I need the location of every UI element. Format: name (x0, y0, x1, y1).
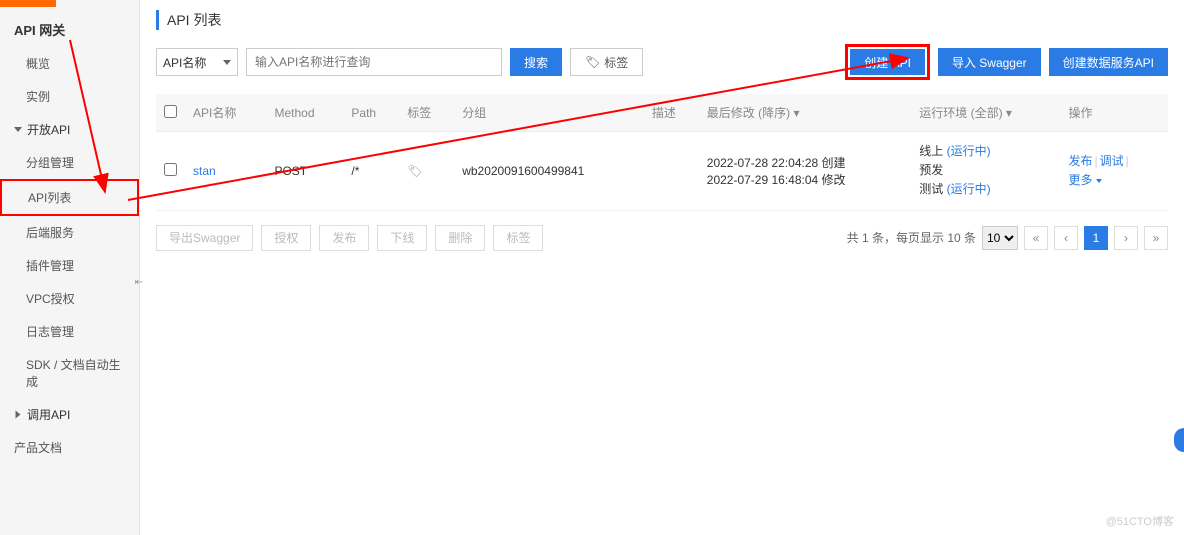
row-checkbox[interactable] (164, 163, 177, 176)
pagination-summary: 共 1 条，每页显示 10 条 (847, 229, 976, 246)
sidebar-item-docs[interactable]: 产品文档 (0, 431, 139, 464)
search-button[interactable]: 搜索 (510, 48, 562, 76)
cell-modified: 2022-07-28 22:04:28 创建 2022-07-29 16:48:… (699, 132, 911, 211)
col-runenv[interactable]: 运行环境 (全部) ▾ (911, 94, 1060, 132)
sidebar-item-api-list[interactable]: API列表 (0, 179, 139, 216)
sidebar-item-overview[interactable]: 概览 (0, 47, 139, 80)
chevron-down-icon (223, 60, 231, 65)
caret-down-icon (14, 127, 22, 132)
op-publish[interactable]: 发布 (1068, 154, 1092, 168)
pager-page-1[interactable]: 1 (1084, 226, 1108, 250)
sidebar-title: API 网关 (0, 8, 139, 47)
chevron-down-icon (1096, 179, 1102, 183)
create-data-api-button[interactable]: 创建数据服务API (1049, 48, 1168, 76)
sidebar-item-vpc[interactable]: VPC授权 (0, 282, 139, 315)
tag-icon[interactable]: 🏷 (407, 164, 422, 178)
col-modified[interactable]: 最后修改 (降序) ▾ (699, 94, 911, 132)
sidebar-item-log[interactable]: 日志管理 (0, 315, 139, 348)
pager-last[interactable]: » (1144, 226, 1168, 250)
cell-group: wb2020091600499841 (454, 132, 644, 211)
sidebar-group-label: 调用API (27, 406, 70, 423)
bulk-tag-button: 标签 (493, 225, 543, 251)
col-method: Method (266, 94, 343, 132)
create-api-highlight: 创建 API (845, 44, 930, 80)
bulk-auth-button: 授权 (261, 225, 311, 251)
api-table: API名称 Method Path 标签 分组 描述 最后修改 (降序) ▾ 运… (156, 94, 1168, 211)
pager-first[interactable]: « (1024, 226, 1048, 250)
col-tag: 标签 (399, 94, 454, 132)
search-input[interactable] (246, 48, 502, 76)
col-path: Path (343, 94, 399, 132)
op-debug[interactable]: 调试 (1100, 154, 1124, 168)
col-group: 分组 (454, 94, 644, 132)
cell-ops: 发布|调试| 更多 (1060, 132, 1168, 211)
bulk-delete-button: 删除 (435, 225, 485, 251)
select-value: API名称 (163, 54, 206, 71)
cell-method: POST (266, 132, 343, 211)
sidebar-group-callapi[interactable]: 调用API (0, 398, 139, 431)
cell-runenv: 线上 (运行中) 预发 测试 (运行中) (911, 132, 1060, 211)
tag-filter-button[interactable]: 🏷 标签 (570, 48, 643, 76)
filter-bar: API名称 搜索 🏷 标签 创建 API 导入 Swagger 创建数据服务AP… (156, 44, 1168, 80)
sidebar-item-instance[interactable]: 实例 (0, 80, 139, 113)
select-all-checkbox[interactable] (164, 105, 177, 118)
col-name: API名称 (185, 94, 266, 132)
sidebar-group-label: 开放API (27, 121, 70, 138)
sidebar-item-sdk[interactable]: SDK / 文档自动生成 (0, 348, 139, 398)
top-accent-bar (0, 0, 56, 7)
create-api-button[interactable]: 创建 API (850, 49, 925, 75)
env-test-status[interactable]: (运行中) (947, 182, 991, 196)
sidebar-item-group-mgmt[interactable]: 分组管理 (0, 146, 139, 179)
table-header-row: API名称 Method Path 标签 分组 描述 最后修改 (降序) ▾ 运… (156, 94, 1168, 132)
bulk-publish-button: 发布 (319, 225, 369, 251)
sidebar-group-openapi[interactable]: 开放API (0, 113, 139, 146)
main-content: API 列表 API名称 搜索 🏷 标签 创建 API 导入 Swagger 创… (140, 0, 1184, 535)
caret-right-icon (16, 411, 21, 419)
env-online-status[interactable]: (运行中) (947, 144, 991, 158)
bulk-action-bar: 导出Swagger 授权 发布 下线 删除 标签 共 1 条，每页显示 10 条… (156, 211, 1168, 265)
bulk-offline-button: 下线 (377, 225, 427, 251)
import-swagger-button[interactable]: 导入 Swagger (938, 48, 1041, 76)
sort-icon: ▾ (793, 106, 799, 120)
pager-prev[interactable]: ‹ (1054, 226, 1078, 250)
col-desc: 描述 (644, 94, 699, 132)
sidebar-item-plugin[interactable]: 插件管理 (0, 249, 139, 282)
bulk-export-button: 导出Swagger (156, 225, 253, 251)
watermark: @51CTO博客 (1106, 513, 1174, 529)
page-size-select[interactable]: 10 (982, 226, 1018, 250)
page-title: API 列表 (156, 10, 1168, 30)
pagination: 共 1 条，每页显示 10 条 10 « ‹ 1 › » (847, 226, 1168, 250)
help-bubble[interactable] (1174, 428, 1184, 452)
filter-field-select[interactable]: API名称 (156, 48, 238, 76)
sidebar-item-backend[interactable]: 后端服务 (0, 216, 139, 249)
pager-next[interactable]: › (1114, 226, 1138, 250)
op-more[interactable]: 更多 (1068, 173, 1101, 187)
filter-icon: ▾ (1006, 106, 1012, 120)
table-row: stan POST /* 🏷 wb2020091600499841 2022-0… (156, 132, 1168, 211)
tag-icon: 🏷 (585, 55, 600, 69)
cell-desc (644, 132, 699, 211)
col-ops: 操作 (1060, 94, 1168, 132)
api-name-link[interactable]: stan (193, 164, 216, 178)
cell-path: /* (343, 132, 399, 211)
tag-btn-label: 标签 (604, 54, 628, 71)
sidebar: API 网关 概览 实例 开放API 分组管理 API列表 后端服务 插件管理 … (0, 0, 140, 535)
